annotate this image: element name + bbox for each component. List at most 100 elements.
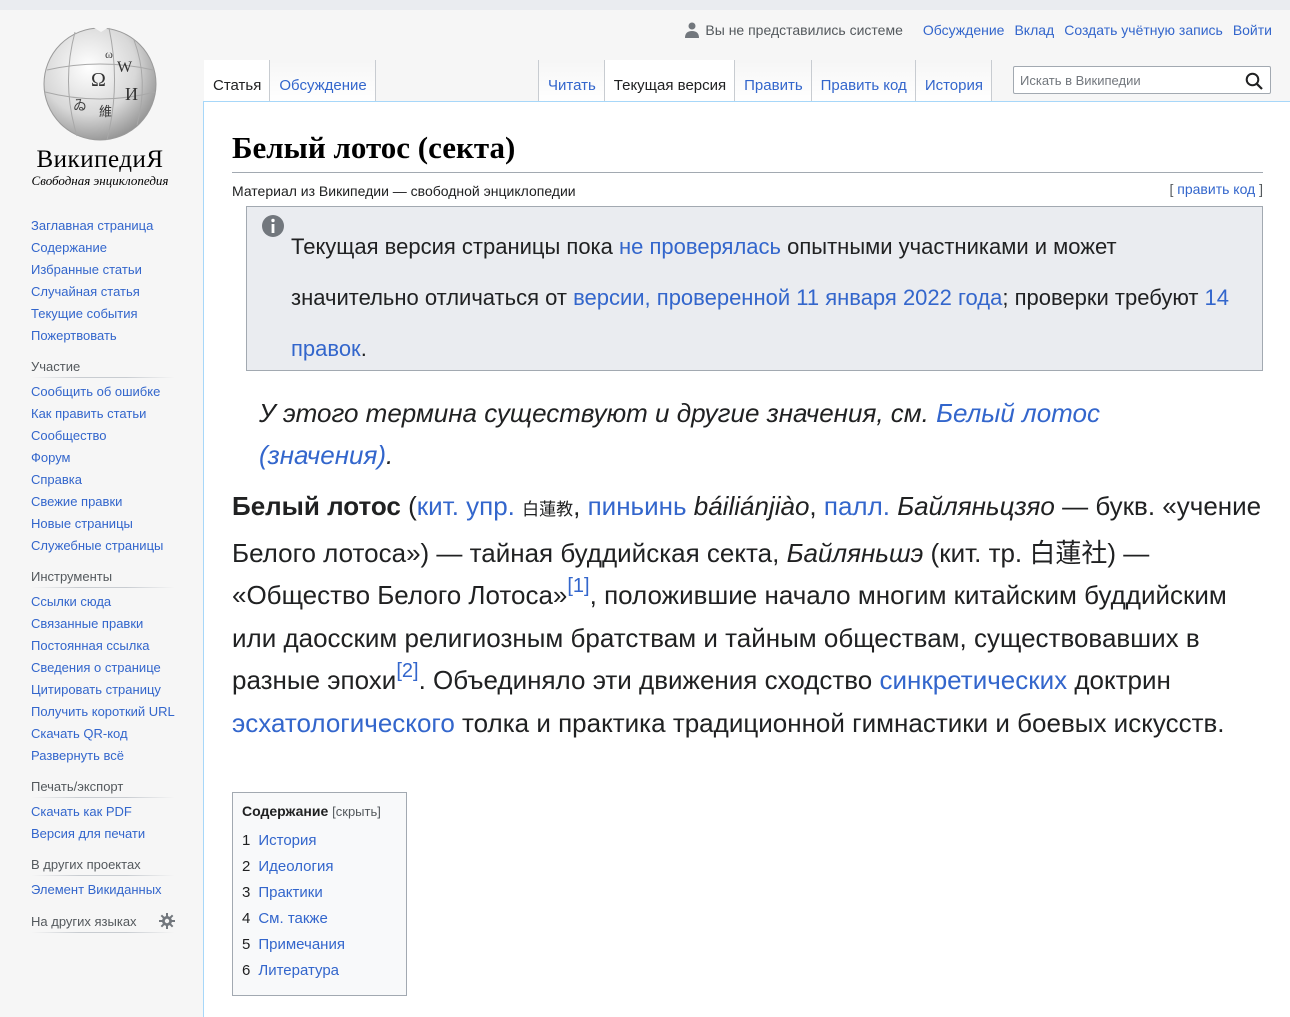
sidebar-item-forum[interactable]: Форум <box>31 450 175 465</box>
sidebar-item-contents[interactable]: Содержание <box>31 240 175 255</box>
svg-text:И: И <box>125 84 138 104</box>
sidebar-item-related-changes[interactable]: Связанные правки <box>31 616 175 631</box>
sidebar-item-page-info[interactable]: Сведения о странице <box>31 660 175 675</box>
personal-talk-link[interactable]: Обсуждение <box>923 22 1005 38</box>
hatnote-period: . <box>386 440 394 470</box>
edit-section-link: [ править код ] <box>1170 181 1264 197</box>
svg-text:ゐ: ゐ <box>73 98 87 114</box>
toc-item[interactable]: 6 Литература <box>242 962 397 979</box>
lead-link-syncretic[interactable]: синкретических <box>879 665 1067 695</box>
sidebar-item-cite-page[interactable]: Цитировать страницу <box>31 682 175 697</box>
toc-item[interactable]: 4 См. также <box>242 910 397 927</box>
lead-link-pinyin[interactable]: пиньинь <box>588 491 687 521</box>
toc-item-number: 3 <box>242 884 251 901</box>
personal-contributions-link[interactable]: Вклад <box>1014 22 1054 38</box>
toc-item-label[interactable]: См. также <box>258 910 327 927</box>
toc-item-label[interactable]: Примечания <box>258 936 345 953</box>
notice-reviewed-version-link[interactable]: версии, проверенной 11 января 2022 года <box>573 285 1002 310</box>
notice-not-reviewed-link[interactable]: не проверялась <box>619 234 781 259</box>
tab-read[interactable]: Читать <box>538 60 604 102</box>
lead-text-12: толка и практика традиционной гимнастики… <box>454 707 1225 738</box>
toc-item[interactable]: 1 История <box>242 832 397 849</box>
logo-wordmark: ВикипедиЯ <box>36 146 164 173</box>
lead-alt-name: Байляньшэ <box>786 537 924 568</box>
notice-text-3: ; проверки требуют <box>1002 285 1205 310</box>
sidebar-item-help[interactable]: Справка <box>31 472 175 487</box>
tab-article[interactable]: Статья <box>204 60 270 102</box>
toc-item-label[interactable]: Идеология <box>258 858 333 875</box>
tab-current-version[interactable]: Текущая версия <box>603 60 735 102</box>
search-input[interactable] <box>1014 67 1234 93</box>
lead-bold-term: Белый лотос <box>232 491 401 521</box>
notice-text-1: Текущая версия страницы пока <box>291 234 620 259</box>
gear-icon[interactable] <box>159 913 175 929</box>
toc-item-number: 6 <box>242 962 251 979</box>
logo-tagline: Свободная энциклопедия <box>31 173 169 188</box>
sidebar-heading-participation: Участие <box>31 359 175 378</box>
site-tagline: Материал из Википедии — свободной энцикл… <box>232 183 576 199</box>
lead-text-1: ( <box>400 491 417 521</box>
lead-link-eschatological[interactable]: эсхатологического <box>232 708 455 738</box>
lead-text-5: , <box>809 491 824 521</box>
sidebar-heading-tools: Инструменты <box>31 569 175 588</box>
personal-menu: Вы не представились системе Обсуждение В… <box>685 22 1272 38</box>
toc-item-number: 5 <box>242 936 251 953</box>
sidebar-item-report-error[interactable]: Сообщить об ошибке <box>31 384 175 399</box>
table-of-contents: Содержание [скрыть] 1 История 2 Идеология … <box>232 792 407 996</box>
tab-history[interactable]: История <box>914 60 992 102</box>
notice-text-4: . <box>360 336 367 361</box>
reference-2[interactable]: [2] <box>396 660 418 682</box>
toc-item[interactable]: 3 Практики <box>242 884 397 901</box>
view-tabs: Читать Текущая версия Править Править ко… <box>538 60 992 102</box>
tab-edit[interactable]: Править <box>734 60 811 102</box>
lead-link-chinese-simplified[interactable]: кит. упр. <box>417 491 515 521</box>
sidebar-item-random[interactable]: Случайная статья <box>31 284 175 299</box>
toc-item-label[interactable]: Практики <box>258 884 322 901</box>
search-box <box>1013 66 1271 94</box>
sidebar-item-printable[interactable]: Версия для печати <box>31 826 175 841</box>
toc-hide-toggle[interactable]: [скрыть] <box>332 804 381 819</box>
sidebar-item-wikidata[interactable]: Элемент Викиданных <box>31 882 175 897</box>
toc-item[interactable]: 2 Идеология <box>242 858 397 875</box>
sidebar-item-download-pdf[interactable]: Скачать как PDF <box>31 804 175 819</box>
user-icon <box>685 22 700 38</box>
edit-code-link[interactable]: править код <box>1177 181 1255 197</box>
lead-link-palladius[interactable]: палл. <box>824 491 890 521</box>
toc-item[interactable]: 5 Примечания <box>242 936 397 953</box>
sidebar-item-community[interactable]: Сообщество <box>31 428 175 443</box>
sidebar-item-recent-changes[interactable]: Свежие правки <box>31 494 175 509</box>
toc-item-label[interactable]: История <box>258 832 316 849</box>
sidebar-item-expand-all[interactable]: Развернуть всё <box>31 748 175 763</box>
namespace-tabs: Статья Обсуждение <box>204 60 376 102</box>
toc-item-label[interactable]: Литература <box>258 962 339 979</box>
sidebar-participation: Участие Сообщить об ошибке Как править с… <box>31 359 175 553</box>
sidebar-item-what-links-here[interactable]: Ссылки сюда <box>31 594 175 609</box>
sidebar-tools: Инструменты Ссылки сюда Связанные правки… <box>31 569 175 763</box>
hatnote: У этого термина существуют и другие знач… <box>259 392 1209 476</box>
sidebar-item-current-events[interactable]: Текущие события <box>31 306 175 321</box>
sidebar-item-special-pages[interactable]: Служебные страницы <box>31 538 175 553</box>
sidebar-item-short-url[interactable]: Получить короткий URL <box>31 704 175 719</box>
sidebar-languages-label: На других языках <box>31 913 137 929</box>
tab-talk[interactable]: Обсуждение <box>269 60 376 102</box>
reference-1[interactable]: [1] <box>567 575 589 597</box>
sidebar-heading-print: Печать/экспорт <box>31 779 175 798</box>
sidebar-item-qr-code[interactable]: Скачать QR-код <box>31 726 175 741</box>
top-strip <box>0 0 1290 10</box>
sidebar-item-how-to-edit[interactable]: Как править статьи <box>31 406 175 421</box>
create-account-link[interactable]: Создать учётную запись <box>1064 22 1223 38</box>
tab-edit-source[interactable]: Править код <box>810 60 915 102</box>
sidebar-navigation: Заглавная страница Содержание Избранные … <box>31 218 175 343</box>
wikipedia-logo[interactable]: Ω W И 維 ゐ ω ВикипедиЯ Свободная энциклоп… <box>14 20 186 190</box>
sidebar-projects: В других проектах Элемент Викиданных <box>31 857 175 897</box>
sidebar-print: Печать/экспорт Скачать как PDF Версия дл… <box>31 779 175 841</box>
sidebar-heading-projects: В других проектах <box>31 857 175 876</box>
search-icon[interactable] <box>1245 72 1263 90</box>
sidebar-item-new-pages[interactable]: Новые страницы <box>31 516 175 531</box>
sidebar-item-featured[interactable]: Избранные статьи <box>31 262 175 277</box>
page-title: Белый лотос (секта) <box>232 130 1263 173</box>
sidebar-item-main-page[interactable]: Заглавная страница <box>31 218 175 233</box>
sidebar-item-donate[interactable]: Пожертвовать <box>31 328 175 343</box>
sidebar-item-permanent-link[interactable]: Постоянная ссылка <box>31 638 175 653</box>
login-link[interactable]: Войти <box>1233 22 1272 38</box>
